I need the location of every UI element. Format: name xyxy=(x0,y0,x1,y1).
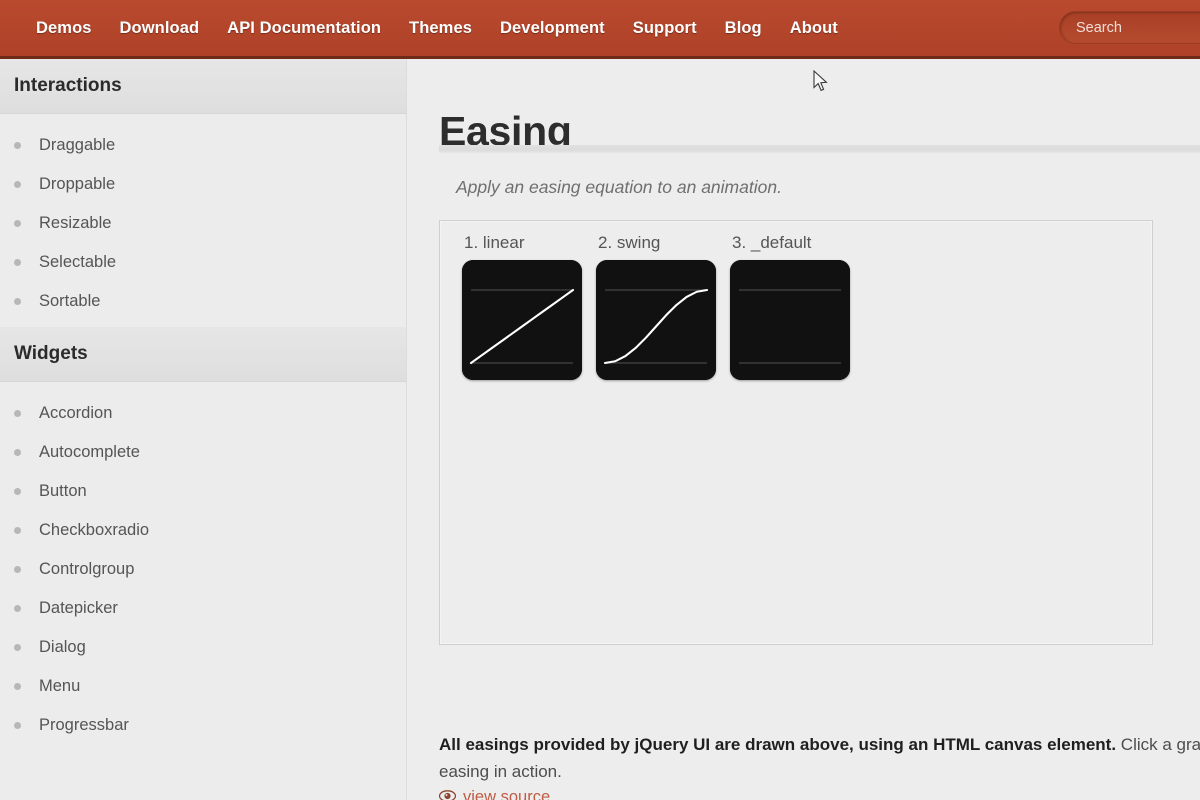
nav-item-demos[interactable]: Demos xyxy=(22,0,106,56)
easing-graph-label: 2. swing xyxy=(598,233,661,252)
sidebar-item-accordion[interactable]: Accordion xyxy=(0,394,406,433)
easing-graph-label: 3. _default xyxy=(732,233,812,252)
sidebar-item-dialog[interactable]: Dialog xyxy=(0,628,406,667)
sidebar-item-draggable[interactable]: Draggable xyxy=(0,126,406,165)
nav-item-download[interactable]: Download xyxy=(106,0,214,56)
search-container xyxy=(1059,11,1200,44)
easing-graph-label: 1. linear xyxy=(464,233,525,252)
nav-item-themes[interactable]: Themes xyxy=(395,0,486,56)
sidebar-item-autocomplete[interactable]: Autocomplete xyxy=(0,433,406,472)
sidebar-item-label: Resizable xyxy=(39,214,112,232)
nav-item-development[interactable]: Development xyxy=(486,0,619,56)
sidebar-item-label: Autocomplete xyxy=(39,443,140,461)
sidebar-item-label: Progressbar xyxy=(39,716,129,734)
view-source-link[interactable]: view source xyxy=(438,788,551,800)
sidebar-list-interactions: Draggable Droppable Resizable Selectable… xyxy=(0,114,406,327)
bullet-icon xyxy=(14,298,21,305)
view-source-label: view source xyxy=(463,788,551,800)
sidebar: Interactions Draggable Droppable Resizab… xyxy=(0,59,407,800)
search-input[interactable] xyxy=(1059,11,1200,44)
sidebar-item-sortable[interactable]: Sortable xyxy=(0,282,406,321)
demo-iframe-frame: 1. linear 2. swing 3. _default xyxy=(439,220,1153,645)
bullet-icon xyxy=(14,527,21,534)
title-divider xyxy=(439,145,1200,155)
bullet-icon xyxy=(14,488,21,495)
bullet-icon xyxy=(14,449,21,456)
bullet-icon xyxy=(14,142,21,149)
sidebar-item-label: Controlgroup xyxy=(39,560,135,578)
page-subtitle: Apply an easing equation to an animation… xyxy=(456,177,782,197)
easing-graph-canvas-swing[interactable] xyxy=(596,260,716,380)
main-content: Easing Apply an easing equation to an an… xyxy=(408,59,1200,800)
nav-item-about[interactable]: About xyxy=(776,0,852,56)
sidebar-item-progressbar[interactable]: Progressbar xyxy=(0,706,406,745)
bullet-icon xyxy=(14,605,21,612)
bullet-icon xyxy=(14,220,21,227)
sidebar-item-label: Menu xyxy=(39,677,81,695)
demo-description-bold: All easings provided by jQuery UI are dr… xyxy=(439,735,1117,754)
bullet-icon xyxy=(14,181,21,188)
easing-graph-canvas-linear[interactable] xyxy=(462,260,582,380)
sidebar-item-label: Sortable xyxy=(39,292,101,310)
sidebar-section-title: Widgets xyxy=(14,343,88,364)
easing-graph-cell: 3. _default xyxy=(730,233,854,380)
sidebar-item-label: Button xyxy=(39,482,87,500)
sidebar-item-label: Datepicker xyxy=(39,599,118,617)
sidebar-item-label: Droppable xyxy=(39,175,116,193)
sidebar-item-datepicker[interactable]: Datepicker xyxy=(0,589,406,628)
sidebar-section-header-interactions: Interactions xyxy=(0,59,406,114)
sidebar-list-widgets: Accordion Autocomplete Button Checkboxra… xyxy=(0,382,406,751)
sidebar-item-label: Selectable xyxy=(39,253,117,271)
demo-description: All easings provided by jQuery UI are dr… xyxy=(439,731,1200,785)
sidebar-item-droppable[interactable]: Droppable xyxy=(0,165,406,204)
sidebar-item-selectable[interactable]: Selectable xyxy=(0,243,406,282)
easing-graph-canvas-_default[interactable] xyxy=(730,260,850,380)
eye-icon xyxy=(438,789,457,800)
sidebar-item-button[interactable]: Button xyxy=(0,472,406,511)
sidebar-item-checkboxradio[interactable]: Checkboxradio xyxy=(0,511,406,550)
bullet-icon xyxy=(14,683,21,690)
site-header: Demos Download API Documentation Themes … xyxy=(0,0,1200,59)
nav-item-support[interactable]: Support xyxy=(619,0,711,56)
sidebar-section-title: Interactions xyxy=(14,75,122,96)
easing-graph-cell: 2. swing xyxy=(596,233,720,380)
bullet-icon xyxy=(14,722,21,729)
sidebar-item-label: Accordion xyxy=(39,404,113,422)
nav-item-blog[interactable]: Blog xyxy=(711,0,776,56)
bullet-icon xyxy=(14,566,21,573)
easing-graph-cell: 1. linear xyxy=(462,233,586,380)
bullet-icon xyxy=(14,644,21,651)
bullet-icon xyxy=(14,410,21,417)
sidebar-item-resizable[interactable]: Resizable xyxy=(0,204,406,243)
sidebar-section-header-widgets: Widgets xyxy=(0,327,406,382)
sidebar-item-label: Dialog xyxy=(39,638,86,656)
primary-navigation: Demos Download API Documentation Themes … xyxy=(22,0,852,56)
sidebar-item-label: Draggable xyxy=(39,136,116,154)
sidebar-item-menu[interactable]: Menu xyxy=(0,667,406,706)
sidebar-item-controlgroup[interactable]: Controlgroup xyxy=(0,550,406,589)
bullet-icon xyxy=(14,259,21,266)
easing-graph-gallery: 1. linear 2. swing 3. _default xyxy=(462,233,854,380)
sidebar-item-label: Checkboxradio xyxy=(39,521,150,539)
nav-item-api-documentation[interactable]: API Documentation xyxy=(213,0,395,56)
